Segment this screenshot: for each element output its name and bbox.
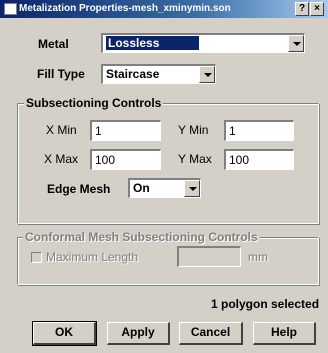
xmax-label: X Max [44, 152, 79, 166]
fill-type-select-value: Staircase [106, 67, 160, 81]
apply-button[interactable]: Apply [107, 322, 170, 345]
chevron-down-icon[interactable] [199, 66, 215, 83]
edge-mesh-label: Edge Mesh [47, 182, 111, 196]
conformal-title: Conformal Mesh Subsectioning Controls [23, 230, 260, 244]
subsectioning-title: Subsectioning Controls [24, 96, 164, 110]
help-button[interactable]: Help [253, 322, 316, 345]
ymin-value: 1 [229, 124, 236, 138]
cancel-button[interactable]: Cancel [179, 322, 243, 345]
xmin-label: X Min [46, 123, 77, 137]
max-length-label: Maximum Length [46, 250, 139, 264]
close-button[interactable]: × [310, 2, 324, 16]
title-bar: Metalization Properties-mesh_xminymin.so… [0, 0, 328, 18]
xmin-value: 1 [95, 124, 102, 138]
ymin-field[interactable]: 1 [224, 120, 294, 141]
ymax-label: Y Max [178, 152, 212, 166]
ymax-value: 100 [229, 153, 250, 167]
metal-select[interactable]: Lossless [101, 33, 305, 53]
ymax-field[interactable]: 100 [224, 149, 294, 170]
ok-button[interactable]: OK [32, 321, 97, 346]
ymin-label: Y Min [178, 123, 209, 137]
max-length-checkbox[interactable] [31, 252, 42, 263]
edge-mesh-select-value: On [133, 181, 150, 195]
chevron-down-icon[interactable] [288, 35, 304, 52]
edge-mesh-select[interactable]: On [128, 178, 201, 198]
mm-unit-label: mm [248, 250, 268, 264]
metal-label: Metal [38, 37, 69, 51]
fill-type-label: Fill Type [37, 67, 85, 81]
fill-type-select[interactable]: Staircase [101, 64, 216, 84]
xmax-value: 100 [95, 153, 116, 167]
metal-select-value: Lossless [106, 36, 200, 50]
xmin-field[interactable]: 1 [90, 120, 161, 141]
max-length-field[interactable] [177, 246, 241, 267]
window-icon [4, 3, 17, 15]
selection-status: 1 polygon selected [211, 297, 320, 311]
window-title: Metalization Properties-mesh_xminymin.so… [19, 3, 231, 14]
help-title-button[interactable]: ? [295, 2, 309, 16]
xmax-field[interactable]: 100 [90, 149, 161, 170]
chevron-down-icon[interactable] [184, 180, 200, 197]
